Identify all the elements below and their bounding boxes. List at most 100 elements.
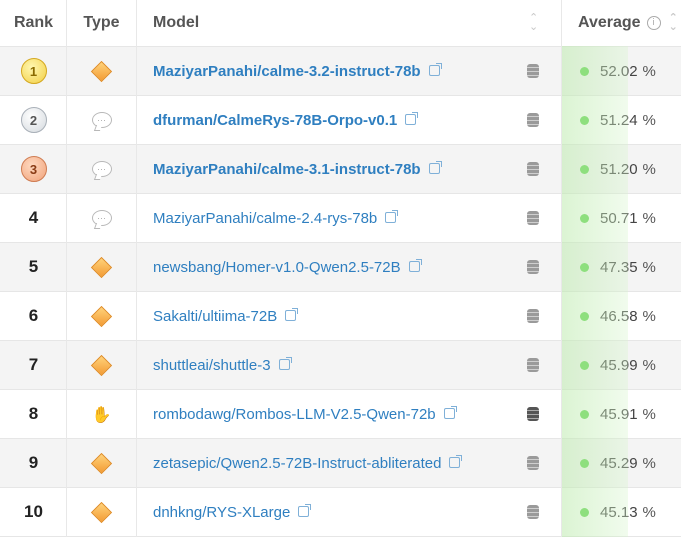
rank-column-header[interactable]: Rank xyxy=(0,0,67,46)
average-value: 45.99 xyxy=(600,356,638,374)
status-dot-icon xyxy=(580,213,589,223)
model-column-header[interactable]: Model xyxy=(153,0,533,46)
model-name-link[interactable]: newsbang/Homer-v1.0-Qwen2.5-72B xyxy=(153,259,401,276)
type-cell xyxy=(67,47,136,95)
type-cell: ✋ xyxy=(67,390,136,438)
database-icon[interactable] xyxy=(527,358,539,372)
database-icon[interactable] xyxy=(527,211,539,225)
external-link-icon[interactable] xyxy=(449,454,463,468)
model-link-cell[interactable]: Sakalti/ultiima-72B xyxy=(153,292,533,340)
model-link-cell[interactable]: MaziyarPanahi/calme-3.1-instruct-78b xyxy=(153,145,533,193)
model-link-cell[interactable]: dfurman/CalmeRys-78B-Orpo-v0.1 xyxy=(153,96,533,144)
type-cell: ··· xyxy=(67,145,136,193)
model-sort-icon[interactable]: ⌃ ⌄ xyxy=(529,13,538,33)
percent-unit: % xyxy=(642,307,656,325)
model-link-cell[interactable]: MaziyarPanahi/calme-2.4-rys-78b xyxy=(153,194,533,242)
table-row[interactable]: 6 Sakalti/ultiima-72B 46.58% xyxy=(0,292,681,341)
type-cell xyxy=(67,439,136,487)
chat-icon: ··· xyxy=(91,112,112,128)
status-dot-icon xyxy=(580,409,589,419)
database-icon[interactable] xyxy=(527,113,539,127)
percent-unit: % xyxy=(642,454,656,472)
model-link-cell[interactable]: MaziyarPanahi/calme-3.2-instruct-78b xyxy=(153,47,533,95)
leaderboard-table: Rank Type Model ⌃ ⌄ Average i ⌃ ⌄ 1 Maziyar… xyxy=(0,0,681,537)
table-row[interactable]: 5 newsbang/Homer-v1.0-Qwen2.5-72B 47.35% xyxy=(0,243,681,292)
rank-cell: 8 xyxy=(28,404,39,423)
info-icon[interactable]: i xyxy=(646,16,661,30)
database-cell xyxy=(524,439,542,487)
database-icon[interactable] xyxy=(527,456,539,470)
external-link-icon[interactable] xyxy=(405,111,419,125)
external-link-icon[interactable] xyxy=(278,356,292,370)
silver-medal-icon: 2 xyxy=(20,107,47,133)
table-row[interactable]: 7 shuttleai/shuttle-3 45.99% xyxy=(0,341,681,390)
average-cell: 47.35% xyxy=(560,243,681,291)
diamond-icon xyxy=(90,305,113,327)
table-row[interactable]: 1 MaziyarPanahi/calme-3.2-instruct-78b 52.… xyxy=(0,47,681,96)
column-divider xyxy=(561,0,562,537)
rank-cell: 1 xyxy=(0,47,67,95)
average-cell: 45.99% xyxy=(560,341,681,389)
database-cell xyxy=(524,390,542,438)
rank-cell: 5 xyxy=(28,257,39,276)
external-link-icon[interactable] xyxy=(298,503,312,517)
model-name-link[interactable]: dfurman/CalmeRys-78B-Orpo-v0.1 xyxy=(153,112,397,129)
model-name-link[interactable]: zetasepic/Qwen2.5-72B-Instruct-abliterat… xyxy=(153,455,441,472)
model-link-cell[interactable]: newsbang/Homer-v1.0-Qwen2.5-72B xyxy=(153,243,533,291)
database-cell xyxy=(524,47,542,95)
database-icon[interactable] xyxy=(527,505,539,519)
type-cell xyxy=(67,341,136,389)
external-link-icon[interactable] xyxy=(285,307,299,321)
average-value: 51.20 xyxy=(600,160,638,178)
external-link-icon[interactable] xyxy=(428,160,442,174)
database-icon[interactable] xyxy=(527,407,539,421)
type-cell: ··· xyxy=(67,96,136,144)
database-cell xyxy=(524,488,542,536)
table-row[interactable]: 3 ··· MaziyarPanahi/calme-3.1-instruct-78b… xyxy=(0,145,681,194)
average-column-header[interactable]: Average i ⌃ ⌄ xyxy=(578,0,681,46)
average-cell: 46.58% xyxy=(560,292,681,340)
rank-cell: 9 xyxy=(28,453,39,472)
table-row[interactable]: 4 ··· MaziyarPanahi/calme-2.4-rys-78b 50.71… xyxy=(0,194,681,243)
model-name-link[interactable]: shuttleai/shuttle-3 xyxy=(153,357,271,374)
model-name-link[interactable]: rombodawg/Rombos-LLM-V2.5-Qwen-72b xyxy=(153,406,436,423)
database-icon[interactable] xyxy=(527,260,539,274)
diamond-icon xyxy=(90,354,113,376)
average-value: 45.29 xyxy=(600,454,638,472)
rank-cell: 10 xyxy=(24,502,43,521)
model-link-cell[interactable]: zetasepic/Qwen2.5-72B-Instruct-abliterat… xyxy=(153,439,533,487)
average-cell: 51.20% xyxy=(560,145,681,193)
database-cell xyxy=(524,292,542,340)
model-link-cell[interactable]: shuttleai/shuttle-3 xyxy=(153,341,533,389)
type-column-header[interactable]: Type xyxy=(67,0,136,46)
model-name-link[interactable]: Sakalti/ultiima-72B xyxy=(153,308,277,325)
table-row[interactable]: 9 zetasepic/Qwen2.5-72B-Instruct-ablitera… xyxy=(0,439,681,488)
model-name-link[interactable]: MaziyarPanahi/calme-2.4-rys-78b xyxy=(153,210,377,227)
percent-unit: % xyxy=(642,209,656,227)
percent-unit: % xyxy=(642,356,656,374)
database-cell xyxy=(524,194,542,242)
table-row[interactable]: 8 ✋ rombodawg/Rombos-LLM-V2.5-Qwen-72b 45.9… xyxy=(0,390,681,439)
average-value: 51.24 xyxy=(600,111,638,129)
external-link-icon[interactable] xyxy=(408,258,422,272)
external-link-icon[interactable] xyxy=(428,62,442,76)
average-sort-icon[interactable]: ⌃ ⌄ xyxy=(669,13,678,33)
model-name-link[interactable]: MaziyarPanahi/calme-3.2-instruct-78b xyxy=(153,63,421,80)
table-body: 1 MaziyarPanahi/calme-3.2-instruct-78b 52.… xyxy=(0,47,681,537)
model-link-cell[interactable]: rombodawg/Rombos-LLM-V2.5-Qwen-72b xyxy=(153,390,533,438)
external-link-icon[interactable] xyxy=(443,405,457,419)
type-cell xyxy=(67,243,136,291)
diamond-icon xyxy=(90,501,113,523)
external-link-icon[interactable] xyxy=(385,209,399,223)
database-icon[interactable] xyxy=(527,309,539,323)
status-dot-icon xyxy=(580,115,589,125)
average-cell: 50.71% xyxy=(560,194,681,242)
model-name-link[interactable]: dnhkng/RYS-XLarge xyxy=(153,504,290,521)
type-cell xyxy=(67,292,136,340)
database-icon[interactable] xyxy=(527,162,539,176)
model-name-link[interactable]: MaziyarPanahi/calme-3.1-instruct-78b xyxy=(153,161,421,178)
database-icon[interactable] xyxy=(527,64,539,78)
model-link-cell[interactable]: dnhkng/RYS-XLarge xyxy=(153,488,533,536)
table-row[interactable]: 2 ··· dfurman/CalmeRys-78B-Orpo-v0.1 51.24% xyxy=(0,96,681,145)
type-cell: ··· xyxy=(67,194,136,242)
